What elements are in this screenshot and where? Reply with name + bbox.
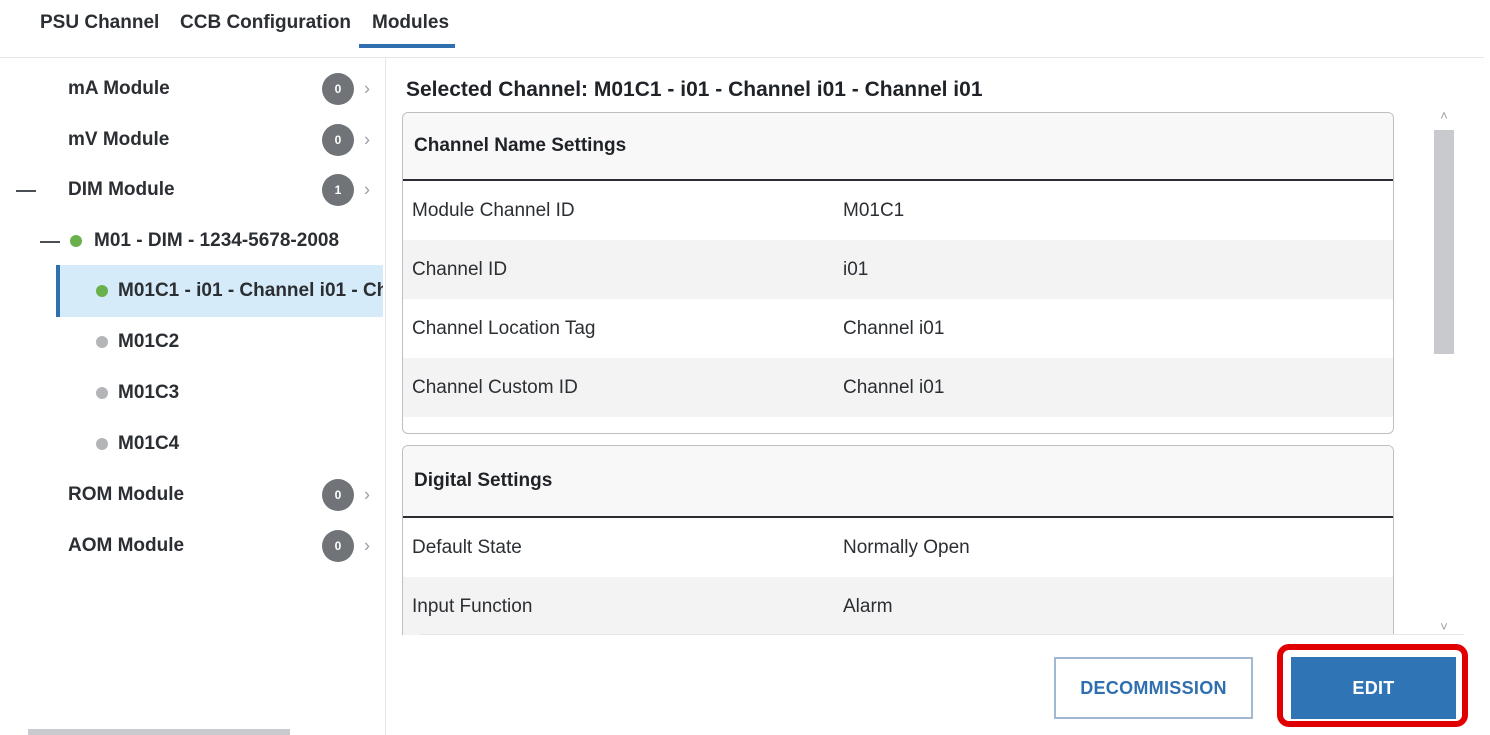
sidebar-horizontal-scrollbar[interactable]: [28, 729, 290, 735]
row-key: Input Function: [412, 595, 533, 617]
tree-item-rom-module[interactable]: ROM Module 0 ›: [0, 470, 383, 520]
tree-item-label: M01C4: [118, 433, 180, 454]
scroll-down-icon[interactable]: ˅: [1432, 619, 1456, 634]
tree-item-device[interactable]: M01 - DIM - 1234-5678-2008: [0, 216, 383, 266]
settings-row: Channel Location Tag Channel i01: [403, 299, 1393, 358]
content-vertical-scrollbar[interactable]: ˄ ˅: [1432, 108, 1456, 634]
row-key: Module Channel ID: [412, 199, 575, 221]
divider: [420, 634, 1464, 635]
digital-settings-card: Digital Settings Default State Normally …: [402, 445, 1394, 635]
row-value: Normally Open: [843, 536, 970, 558]
selection-indicator: [56, 265, 60, 317]
tab-modules[interactable]: Modules: [372, 12, 449, 34]
row-value: Channel i01: [843, 317, 945, 339]
card-header: Channel Name Settings: [403, 113, 1393, 181]
status-dot-icon: [96, 285, 108, 297]
tree-item-aom-module[interactable]: AOM Module 0 ›: [0, 521, 383, 571]
count-badge: 1: [322, 174, 354, 206]
edit-button-highlight: [1277, 644, 1468, 727]
tree-item-channel-m01c4[interactable]: M01C4: [0, 419, 383, 469]
channel-name-settings-card: Channel Name Settings Module Channel ID …: [402, 112, 1394, 434]
tab-psu-channel[interactable]: PSU Channel: [40, 12, 159, 34]
tree-item-channel-m01c2[interactable]: M01C2: [0, 317, 383, 367]
row-key: Channel Location Tag: [412, 317, 596, 339]
tree-item-label: mV Module: [68, 129, 170, 150]
chevron-right-icon[interactable]: ›: [364, 485, 370, 506]
settings-row: Input Function Alarm: [403, 577, 1393, 635]
card-header: Digital Settings: [403, 446, 1393, 518]
active-tab-indicator: [359, 44, 455, 48]
chevron-right-icon[interactable]: ›: [364, 180, 370, 201]
decommission-button[interactable]: DECOMMISSION: [1054, 657, 1253, 719]
tree-item-label: ROM Module: [68, 484, 185, 505]
status-dot-icon: [96, 387, 108, 399]
scrollbar-thumb[interactable]: [1434, 130, 1454, 354]
row-key: Channel Custom ID: [412, 376, 578, 398]
tree-item-label: M01C3: [118, 382, 180, 403]
settings-row: Channel Custom ID Channel i01: [403, 358, 1393, 417]
collapse-icon[interactable]: [40, 241, 60, 243]
card-title: Digital Settings: [414, 470, 553, 491]
chevron-right-icon[interactable]: ›: [364, 130, 370, 151]
settings-row: Module Channel ID M01C1: [403, 181, 1393, 240]
count-badge: 0: [322, 479, 354, 511]
tree-item-dim-module[interactable]: DIM Module 1 ›: [0, 165, 383, 215]
count-badge: 0: [322, 530, 354, 562]
module-tree: mA Module 0 › mV Module 0 › DIM Module 1…: [0, 58, 386, 735]
tree-item-channel-m01c3[interactable]: M01C3: [0, 368, 383, 418]
settings-row: Channel ID i01: [403, 240, 1393, 299]
tree-item-label: M01 - DIM - 1234-5678-2008: [94, 230, 340, 251]
chevron-right-icon[interactable]: ›: [364, 79, 370, 100]
count-badge: 0: [322, 124, 354, 156]
settings-row: Default State Normally Open: [403, 518, 1393, 577]
tree-item-label: DIM Module: [68, 179, 175, 200]
status-dot-icon: [70, 235, 82, 247]
tab-bar: PSU Channel CCB Configuration Modules: [0, 0, 1484, 58]
row-value: Channel i01: [843, 376, 945, 398]
row-key: Channel ID: [412, 258, 508, 280]
row-key: Default State: [412, 536, 522, 558]
row-value: i01: [843, 258, 869, 280]
scroll-up-icon[interactable]: ˄: [1432, 108, 1456, 123]
card-title: Channel Name Settings: [414, 135, 627, 156]
status-dot-icon: [96, 336, 108, 348]
row-value: M01C1: [843, 199, 905, 221]
count-badge: 0: [322, 73, 354, 105]
status-dot-icon: [96, 438, 108, 450]
tree-item-label: mA Module: [68, 78, 170, 99]
tree-item-ma-module[interactable]: mA Module 0 ›: [0, 64, 383, 114]
chevron-right-icon[interactable]: ›: [364, 536, 370, 557]
tree-item-mv-module[interactable]: mV Module 0 ›: [0, 115, 383, 165]
tab-ccb-configuration[interactable]: CCB Configuration: [180, 12, 351, 34]
tree-item-label: M01C2: [118, 331, 180, 352]
row-value: Alarm: [843, 595, 893, 617]
selected-channel-title: Selected Channel: M01C1 - i01 - Channel …: [406, 78, 983, 101]
tree-item-label: AOM Module: [68, 535, 185, 556]
tree-item-label: M01C1 - i01 - Channel i01 - Ch: [118, 280, 383, 301]
tree-item-channel-m01c1[interactable]: M01C1 - i01 - Channel i01 - Ch: [56, 265, 383, 317]
collapse-icon[interactable]: [16, 190, 36, 192]
